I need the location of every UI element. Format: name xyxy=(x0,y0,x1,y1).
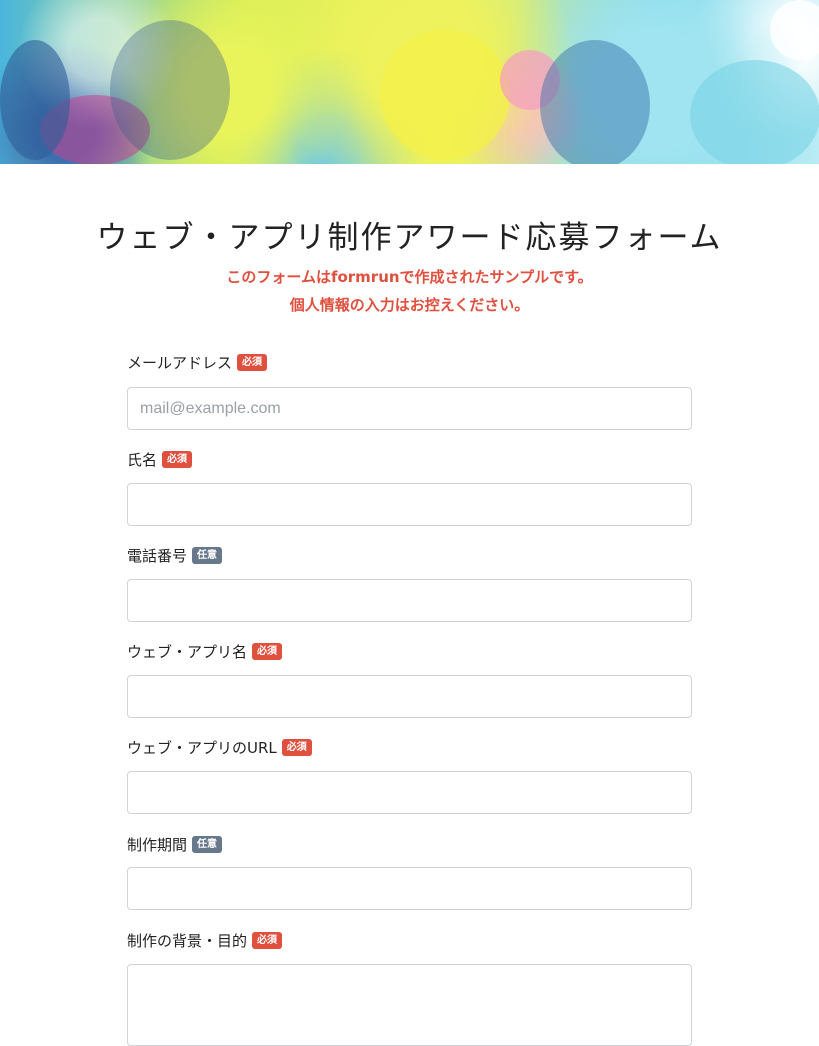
app-name-input[interactable] xyxy=(127,675,692,718)
optional-badge: 任意 xyxy=(192,546,223,564)
field-label-row: 制作期間 任意 xyxy=(127,834,692,854)
app-url-input[interactable] xyxy=(127,771,692,814)
required-badge: 必須 xyxy=(162,450,193,468)
paint-splash xyxy=(380,30,510,160)
paint-splash xyxy=(0,40,70,160)
paint-splash xyxy=(110,20,230,160)
required-badge: 必須 xyxy=(281,738,312,756)
background-purpose-textarea[interactable] xyxy=(127,964,692,1046)
field-label-row: ウェブ・アプリ名 必須 xyxy=(127,641,692,661)
paint-splash xyxy=(770,0,819,60)
field-label: ウェブ・アプリのURL xyxy=(127,738,277,757)
name-input[interactable] xyxy=(127,483,692,526)
production-period-input[interactable] xyxy=(127,867,692,910)
email-input[interactable] xyxy=(127,387,692,430)
notice-line-2: 個人情報の入力はお控えください。 xyxy=(289,296,530,314)
notice-line-1: このフォームはformrunで作成されたサンプルです。 xyxy=(226,268,593,286)
form-title: ウェブ・アプリ制作アワード応募フォーム xyxy=(96,220,723,256)
field-label: 電話番号 xyxy=(127,546,188,565)
field-label: 氏名 xyxy=(127,450,158,469)
field-label-row: ウェブ・アプリのURL 必須 xyxy=(127,737,692,757)
field-label-row: メールアドレス 必須 xyxy=(127,352,692,372)
field-production-period: 制作期間 任意 xyxy=(127,834,692,910)
paint-splash xyxy=(540,40,650,164)
required-badge: 必須 xyxy=(252,931,283,949)
field-phone: 電話番号 任意 xyxy=(127,545,692,622)
field-app-name: ウェブ・アプリ名 必須 xyxy=(127,641,692,718)
required-badge: 必須 xyxy=(237,353,268,371)
field-label-row: 氏名 必須 xyxy=(127,449,692,469)
field-label: メールアドレス xyxy=(127,353,233,372)
field-app-url: ウェブ・アプリのURL 必須 xyxy=(127,737,692,814)
field-email: メールアドレス 必須 xyxy=(127,352,692,430)
required-badge: 必須 xyxy=(252,642,283,660)
header-banner-image xyxy=(0,0,819,164)
field-background-purpose: 制作の背景・目的 必須 xyxy=(127,930,692,1046)
field-label-row: 制作の背景・目的 必須 xyxy=(127,930,692,950)
field-label: 制作の背景・目的 xyxy=(127,931,248,950)
phone-input[interactable] xyxy=(127,579,692,622)
paint-splash xyxy=(690,60,819,164)
field-label-row: 電話番号 任意 xyxy=(127,545,692,565)
field-label: ウェブ・アプリ名 xyxy=(127,642,248,661)
field-name: 氏名 必須 xyxy=(127,449,692,526)
field-label: 制作期間 xyxy=(127,835,188,854)
optional-badge: 任意 xyxy=(192,835,223,853)
